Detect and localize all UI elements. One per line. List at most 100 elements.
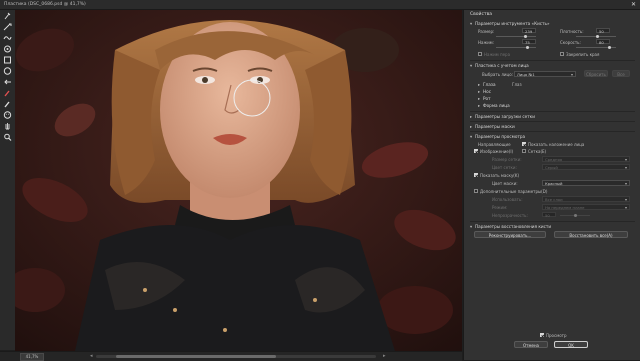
subsection-nose[interactable]: ▸ Нос	[478, 89, 491, 94]
section-reconstruct[interactable]: ▾ Параметры восстановления кисти	[470, 224, 551, 229]
show-mask-checkbox[interactable]	[474, 173, 478, 177]
use-dropdown[interactable]: Все слои	[542, 196, 630, 203]
section-label: Параметры загрузки сетки	[475, 114, 535, 119]
subsection-face-shape[interactable]: ▸ Форма лица	[478, 103, 510, 108]
reconstruct-button[interactable]: Реконструировать...	[474, 231, 546, 238]
forward-warp-icon[interactable]	[3, 12, 12, 20]
nose-label: Нос	[483, 89, 492, 94]
section-label: Параметры маски	[475, 124, 515, 129]
pin-edges-checkbox[interactable]	[560, 52, 564, 56]
opacity-label: Непрозрачность:	[492, 213, 528, 218]
face-overlay-label: Показать наложение лица	[528, 142, 585, 147]
restore-all-button[interactable]: Восстановить все(A)	[554, 231, 628, 238]
show-mask-label: Показать маску(K)	[480, 173, 520, 178]
pressure-slider[interactable]	[496, 46, 536, 49]
face-shape-label: Форма лица	[483, 103, 510, 108]
size-label: Размер:	[478, 29, 495, 34]
bloat-icon[interactable]	[3, 67, 12, 75]
mesh-checkbox[interactable]	[522, 149, 526, 153]
pucker-icon[interactable]	[3, 56, 12, 64]
freeze-mask-icon[interactable]	[3, 89, 12, 97]
face-overlay-checkbox[interactable]	[522, 142, 526, 146]
face-tool-icon[interactable]	[3, 111, 12, 119]
reset-button[interactable]: Сбросить	[584, 70, 608, 77]
all-button[interactable]: Все	[612, 70, 630, 77]
density-label: Плотность:	[560, 29, 584, 34]
mesh-color-label: Цвет сетки:	[492, 165, 517, 170]
portrait-photo	[15, 10, 462, 351]
cancel-button[interactable]: Отмена	[514, 341, 548, 348]
opacity-slider[interactable]	[560, 214, 590, 217]
stylus-pressure-checkbox[interactable]	[478, 52, 482, 56]
hand-icon[interactable]	[3, 122, 12, 130]
use-label: Использовать:	[492, 197, 523, 202]
scroll-left-icon[interactable]: ◂	[90, 353, 93, 359]
section-mask[interactable]: ▸ Параметры маски	[470, 124, 515, 129]
ok-button[interactable]: OK	[554, 341, 588, 348]
select-face-dropdown[interactable]: Лицо №1	[514, 71, 576, 78]
twirl-icon[interactable]	[3, 45, 12, 53]
pin-edges-label: Закрепить края	[566, 52, 600, 57]
reconstruct-icon[interactable]	[3, 23, 12, 31]
eyes-link[interactable]: Глаз	[512, 82, 522, 87]
guides-label: Направляющие	[478, 142, 511, 147]
section-view[interactable]: ▾ Параметры просмотра	[470, 134, 525, 139]
push-left-icon[interactable]	[3, 78, 12, 86]
section-label: Пластика с учетом лица	[475, 63, 529, 68]
size-slider[interactable]	[496, 35, 536, 38]
backdrop-checkbox[interactable]	[474, 189, 478, 193]
rate-input[interactable]: 80	[596, 39, 610, 45]
mouth-label: Рот	[483, 96, 491, 101]
select-face-label: Выбрать лицо:	[482, 72, 513, 77]
stylus-label: Нажим пера	[484, 52, 511, 57]
preview-label: Просмотр	[546, 333, 567, 338]
close-icon[interactable]: ✕	[631, 0, 636, 9]
density-input[interactable]: 50	[596, 28, 610, 34]
divider	[470, 111, 635, 112]
thaw-mask-icon[interactable]	[3, 100, 12, 108]
density-slider[interactable]	[576, 35, 616, 38]
divider	[470, 121, 635, 122]
tools-panel	[0, 10, 16, 350]
slider-knob[interactable]	[596, 35, 599, 38]
eyes-label: Глаза	[483, 82, 496, 87]
divider	[470, 221, 635, 222]
slider-knob[interactable]	[608, 46, 611, 49]
mesh-color-dropdown[interactable]: Серый	[542, 164, 630, 171]
scrollbar-thumb[interactable]	[116, 355, 276, 358]
mesh-size-dropdown[interactable]: Средняя	[542, 156, 630, 163]
slider-knob[interactable]	[524, 35, 527, 38]
size-input[interactable]: 239	[522, 28, 536, 34]
subsection-mouth[interactable]: ▸ Рот	[478, 96, 491, 101]
slider-knob[interactable]	[574, 214, 577, 217]
horizontal-scrollbar[interactable]	[96, 355, 376, 358]
mask-color-dropdown[interactable]: Красный	[542, 180, 630, 187]
section-label: Параметры инструмента «Кисть»	[475, 21, 550, 26]
mask-color-label: Цвет маски:	[492, 181, 518, 186]
preview-checkbox[interactable]	[540, 333, 544, 337]
image-checkbox[interactable]	[474, 149, 478, 153]
image-label: Изображение(I)	[480, 149, 514, 154]
divider	[470, 131, 635, 132]
smooth-icon[interactable]	[3, 34, 12, 42]
rate-slider[interactable]	[576, 46, 616, 49]
subsection-eyes[interactable]: ▸ Глаза	[478, 82, 496, 87]
pressure-label: Нажим:	[478, 40, 495, 45]
zoom-icon[interactable]	[3, 133, 12, 141]
image-canvas[interactable]	[15, 10, 462, 351]
pressure-input[interactable]: 75	[522, 39, 536, 45]
section-load-mesh[interactable]: ▸ Параметры загрузки сетки	[470, 114, 535, 119]
section-label: Параметры просмотра	[475, 134, 526, 139]
mesh-size-label: Размер сетки:	[492, 157, 522, 162]
section-brush-options[interactable]: ▾ Параметры инструмента «Кисть»	[470, 21, 550, 26]
panel-title: Свойства	[470, 12, 492, 17]
mode-label: Режим:	[492, 205, 508, 210]
scroll-right-icon[interactable]: ▸	[383, 353, 386, 359]
opacity-input[interactable]: 50	[542, 212, 556, 218]
title-bar: Пластика (DSC_0686.psd @ 41,7%) ✕	[0, 0, 640, 10]
rate-label: Скорость:	[560, 40, 581, 45]
mode-dropdown[interactable]: На переднем плане	[542, 204, 630, 211]
backdrop-label: Дополнительные параметры(D)	[480, 189, 548, 194]
section-face-aware[interactable]: ▾ Пластика с учетом лица	[470, 63, 529, 68]
slider-knob[interactable]	[526, 46, 529, 49]
